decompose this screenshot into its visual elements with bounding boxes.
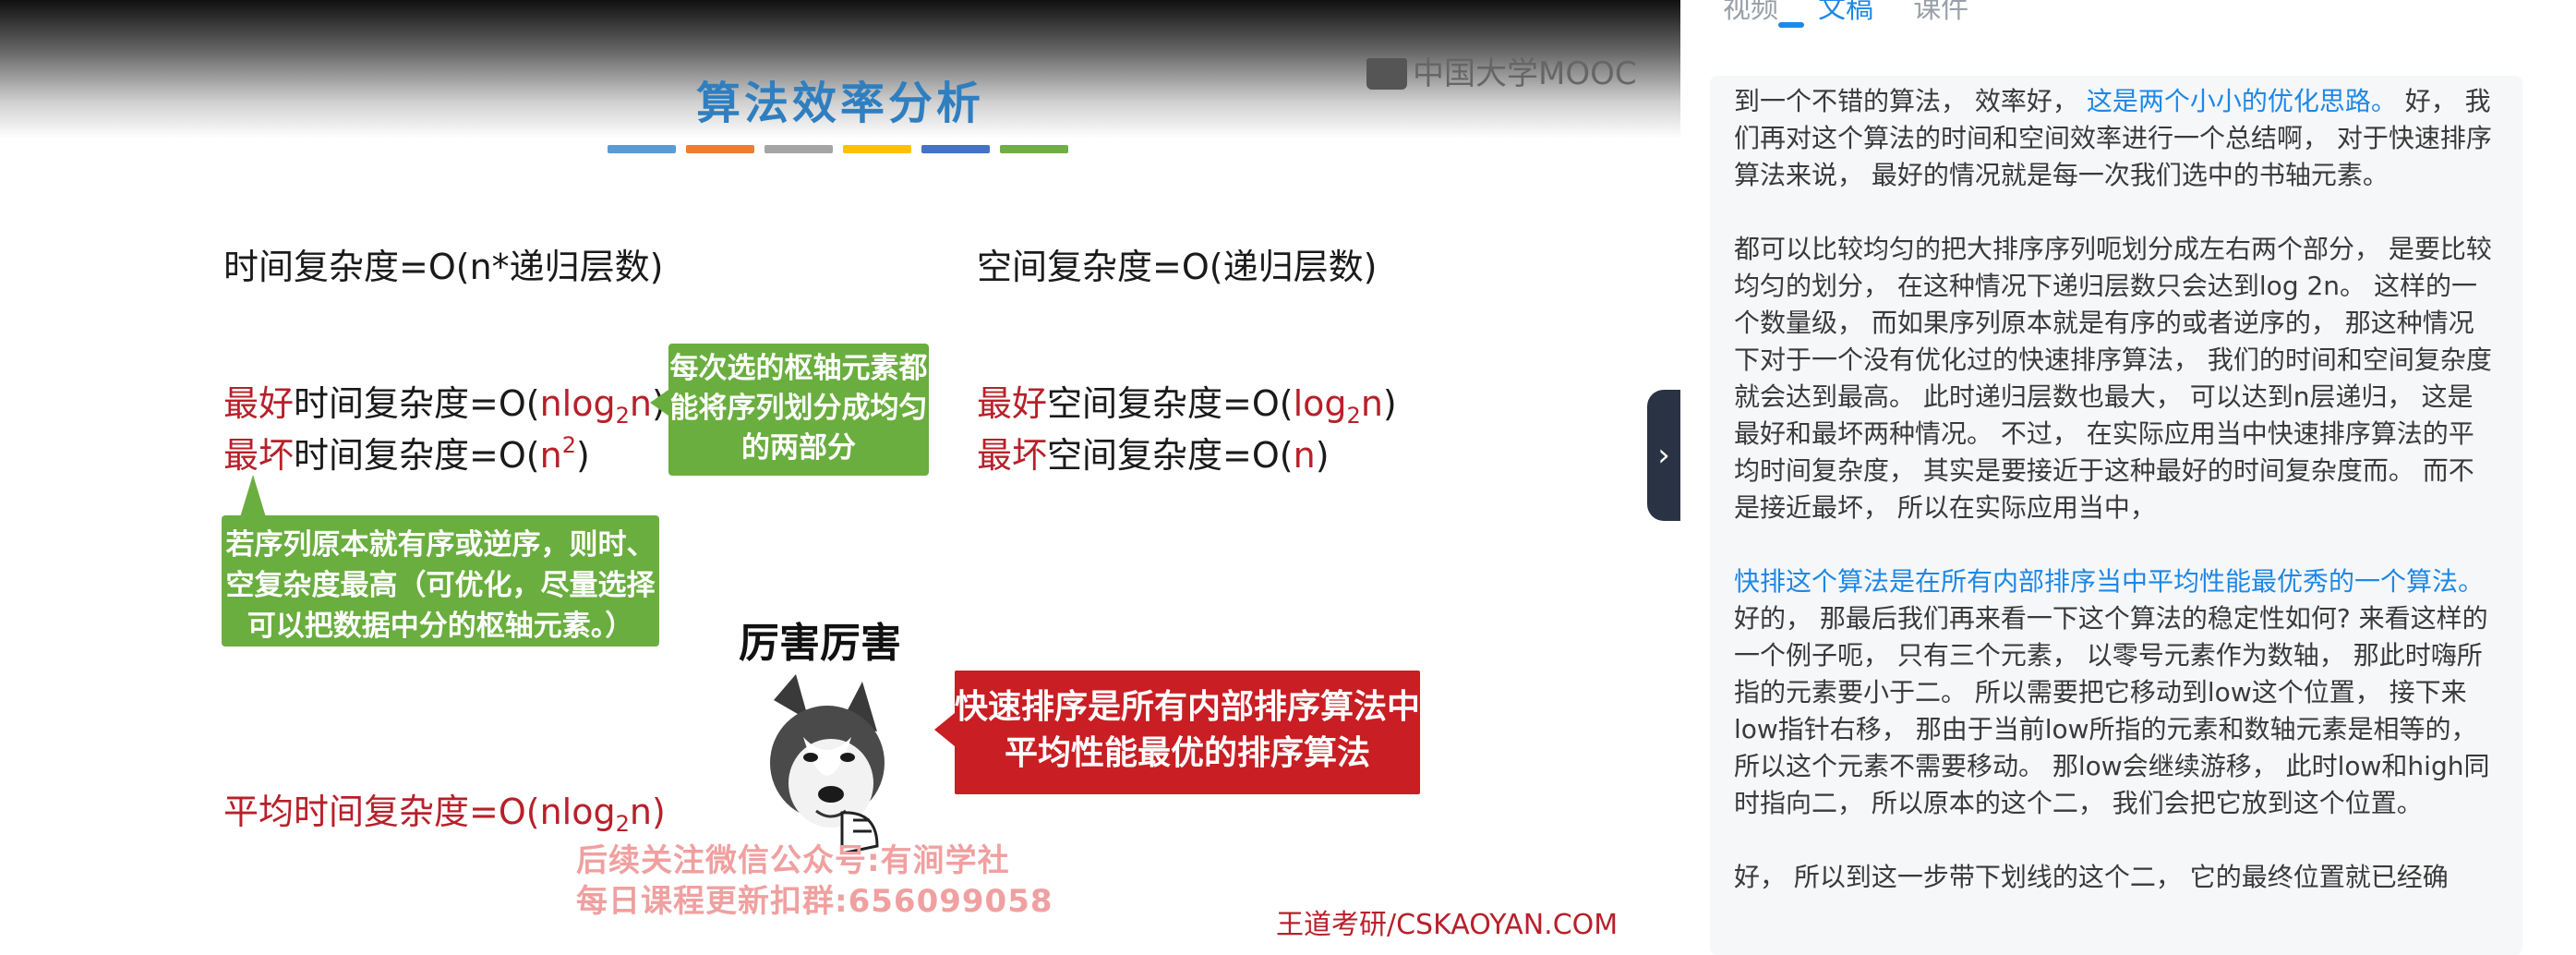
meme-caption: 厉害厉害 [739,620,901,667]
log-base: 2 [1346,403,1361,429]
avg-time-value2: n [629,792,652,832]
title-color-bar [843,145,911,153]
callout-line: 能将序列划分成均匀 [669,392,928,425]
worst-label: 最坏 [223,435,295,476]
worst-space-complexity: 最坏空间复杂度=O(n) [977,427,1330,478]
transcript-scroll-area[interactable]: 到一个不错的算法， 效率好， 这是两个小小的优化思路。 好， 我们再对这个算法的… [1710,76,2522,955]
best-label: 最好 [223,383,295,424]
worst-case-callout: 若序列原本就有序或逆序，则时、 空复杂度最高（可优化，尽量选择 可以把数据中分的… [222,515,659,647]
callout-line: 的两部分 [741,431,856,465]
worst-time-value: n [539,435,562,476]
collapse-panel-button[interactable]: › [1647,390,1680,521]
callout-pointer [650,390,668,416]
mooc-logo-text: 中国大学MOOC [1413,55,1637,92]
slide-title: 算法效率分析 [695,78,984,129]
title-color-bar [608,145,676,153]
transcript-paragraph[interactable]: 到一个不错的算法， 效率好， 这是两个小小的优化思路。 好， 我们再对这个算法的… [1734,83,2498,194]
paren-close: ) [1315,435,1330,476]
time-complexity-formula: 时间复杂度=O(n*递归层数) [223,247,664,287]
highlight-line: 快速排序是所有内部排序算法中 [955,688,1421,726]
avg-time-text: 平均时间复杂度=O( [223,792,540,832]
tab-transcript[interactable]: 文稿 [1818,0,1873,26]
average-time-complexity: 平均时间复杂度=O(nlog2n) [223,783,666,837]
worst-space-value: n [1293,435,1316,476]
avg-time-value: nlog [539,792,616,832]
worst-time-complexity: 最坏时间复杂度=O(n2) [223,427,590,478]
transcript-paragraph[interactable]: 好， 所以到这一步带下划线的这个二， 它的最终位置就已经确 [1734,859,2498,896]
callout-pointer [240,475,266,517]
best-time-text: 时间复杂度=O( [294,383,540,424]
best-space-text: 空间复杂度=O( [1047,383,1294,424]
paren-close: ) [651,792,666,832]
worst-time-text: 时间复杂度=O( [294,435,540,476]
title-color-bar [686,145,754,153]
title-color-bars [608,145,1078,163]
callout-line: 空复杂度最高（可优化，尽量选择 [225,569,656,602]
tab-video[interactable]: 视频 [1723,0,1778,26]
chevron-right-icon: › [1657,437,1670,474]
exponent: 2 [561,432,576,458]
book-logo-icon [1366,58,1407,90]
husky-meme-image [770,674,885,853]
highlight-pointer [934,713,955,746]
best-time-complexity: 最好时间复杂度=O(nlog2n) [223,375,666,429]
callout-line: 若序列原本就有序或逆序，则时、 [225,528,656,562]
callout-line: 每次选的枢轴元素都 [669,352,928,385]
highlight-line: 平均性能最优的排序算法 [1004,734,1370,772]
video-player[interactable]: 算法效率分析 中国大学MOOC 时间复杂度=O(n*递归层数) 空间复杂度=O(… [0,0,1680,955]
wechat-watermark: 后续关注微信公众号:有涧学社 每日课程更新扣群:656099058 [576,840,1053,922]
watermark-line: 每日课程更新扣群:656099058 [576,883,1053,920]
log-base: 2 [615,811,630,837]
transcript-text: 好的， 那最后我们再来看一下这个算法的稳定性如何? 来看这样的一个例子呃， 只有… [1734,603,2490,818]
footer-credit: 王道考研/CSKAOYAN.COM [1276,909,1619,941]
quicksort-highlight-box: 快速排序是所有内部排序算法中 平均性能最优的排序算法 [955,671,1420,794]
best-space-complexity: 最好空间复杂度=O(log2n) [977,375,1397,429]
space-complexity-formula: 空间复杂度=O(递归层数) [977,247,1378,287]
best-time-value: nlog [539,383,616,424]
log-base: 2 [615,403,630,429]
mooc-logo: 中国大学MOOC [1366,48,1637,93]
worst-label: 最坏 [977,435,1048,476]
callout-line: 可以把数据中分的枢轴元素。） [247,610,634,643]
panel-tabs: 视频 文稿 课件 [1723,0,2004,37]
transcript-paragraph[interactable]: 都可以比较均匀的把大排序序列呃划分成左右两个部分， 是要比较均匀的划分， 在这种… [1734,231,2498,526]
side-panel: 视频 文稿 课件 到一个不错的算法， 效率好， 这是两个小小的优化思路。 好， … [1680,0,2576,955]
worst-space-text: 空间复杂度=O( [1047,435,1294,476]
best-space-value: log [1293,383,1347,424]
paren-close: ) [575,435,590,476]
best-time-value2: n [629,383,652,424]
transcript-highlight[interactable]: 快排这个算法是在所有内部排序当中平均性能最优秀的一个算法。 [1734,566,2484,597]
transcript-highlight[interactable]: 这是两个小小的优化思路。 [2087,86,2397,116]
title-color-bar [921,145,990,153]
paren-close: ) [1382,383,1397,424]
pivot-callout: 每次选的枢轴元素都 能将序列划分成均匀 的两部分 [668,344,929,476]
watermark-line: 后续关注微信公众号:有涧学社 [576,842,1010,879]
active-tab-indicator [1778,22,1804,28]
best-space-value2: n [1360,383,1383,424]
transcript-text: 到一个不错的算法， 效率好， [1734,86,2087,116]
transcript-paragraph[interactable]: 快排这个算法是在所有内部排序当中平均性能最优秀的一个算法。 好的， 那最后我们再… [1734,563,2498,822]
tab-courseware[interactable]: 课件 [1913,0,1968,26]
best-label: 最好 [977,383,1048,424]
title-color-bar [764,145,833,153]
title-color-bar [1000,145,1068,153]
